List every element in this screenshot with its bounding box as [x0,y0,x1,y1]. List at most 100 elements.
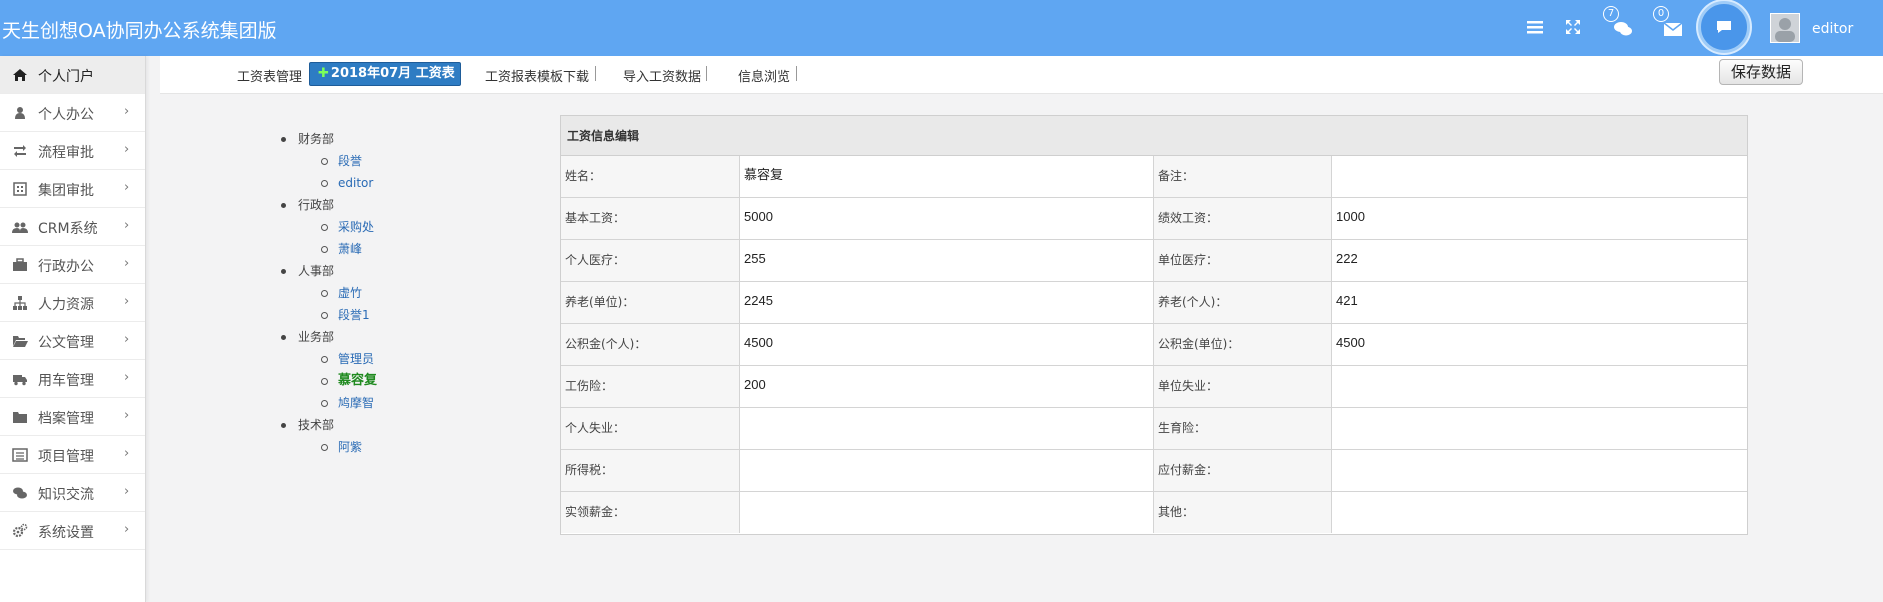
sidebar-item-admin-office[interactable]: 行政办公 › [0,246,145,284]
tree-dept[interactable]: 行政部 [280,194,377,216]
field-label: 个人失业： [561,408,740,449]
sidebar-item-label: 项目管理 [38,449,94,465]
chevron-right-icon: › [124,294,130,309]
sidebar-item-personal-office[interactable]: 个人办公 › [0,94,145,132]
salary-management-link[interactable]: 工资表管理 [237,66,302,85]
salary-toolbar: 工资表管理 ✚ 2018年07月 工资表 工资报表模板下载 导入工资数据 信息浏览… [160,56,1883,94]
field-value[interactable] [1332,450,1747,491]
tree-person-selected[interactable]: 慕容复 [280,370,377,392]
chat-icon[interactable] [1612,18,1634,40]
user-name[interactable]: editor [1812,21,1853,37]
sidebar-item-label: 集团审批 [38,183,94,199]
tree-dept[interactable]: 业务部 [280,326,377,348]
save-button[interactable]: 保存数据 [1719,59,1803,85]
field-label: 工伤险： [561,366,740,407]
menu-icon[interactable] [1524,16,1546,38]
field-label: 备注： [1154,156,1332,197]
field-value[interactable] [740,408,1154,449]
tree-dept[interactable]: 技术部 [280,414,377,436]
table-row: 工伤险： 200 单位失业： [561,366,1747,408]
field-value[interactable]: 4500 [740,324,1154,365]
sidebar-item-projects[interactable]: 项目管理 › [0,436,145,474]
chevron-right-icon: › [124,522,130,537]
separator [706,66,707,81]
sidebar-item-label: 系统设置 [38,525,94,541]
sidebar-item-label: 流程审批 [38,145,94,161]
chevron-right-icon: › [124,104,130,119]
message-icon [1717,21,1731,33]
field-value[interactable] [1332,492,1747,533]
field-value[interactable] [740,450,1154,491]
field-label: 绩效工资： [1154,198,1332,239]
fullscreen-icon[interactable] [1562,16,1584,38]
users-icon [12,222,28,233]
sidebar: 个人门户 个人办公 › 流程审批 › 集团审批 › CRM系统 › 行政办公 ›… [0,56,146,602]
tree-person[interactable]: 虚竹 [280,282,377,304]
sidebar-item-workflow[interactable]: 流程审批 › [0,132,145,170]
cogs-icon [12,523,28,538]
folder-icon [13,412,27,423]
table-row: 公积金(个人)： 4500 公积金(单位)： 4500 [561,324,1747,366]
sidebar-item-crm[interactable]: CRM系统 › [0,208,145,246]
separator [595,66,596,81]
field-value[interactable]: 200 [740,366,1154,407]
sidebar-item-documents[interactable]: 公文管理 › [0,322,145,360]
field-value[interactable] [1332,156,1747,197]
tab-current-salary-sheet[interactable]: ✚ 2018年07月 工资表 [309,62,461,86]
chevron-right-icon: › [124,256,130,271]
import-data-link[interactable]: 导入工资数据 [623,66,701,85]
field-value[interactable]: 2245 [740,282,1154,323]
field-value[interactable]: 4500 [1332,324,1747,365]
grid-icon [13,182,27,196]
info-browse-link[interactable]: 信息浏览 [738,66,790,85]
field-value[interactable]: 1000 [1332,198,1747,239]
sidebar-item-vehicles[interactable]: 用车管理 › [0,360,145,398]
tree-person[interactable]: 阿紫 [280,436,377,458]
tree-dept[interactable]: 人事部 [280,260,377,282]
field-value[interactable] [1332,408,1747,449]
field-value[interactable]: 222 [1332,240,1747,281]
mail-icon[interactable] [1662,18,1684,40]
template-download-link[interactable]: 工资报表模板下载 [485,66,589,85]
field-label: 应付薪金： [1154,450,1332,491]
message-button[interactable] [1698,1,1750,53]
app-title: 天生创想OA协同办公系统集团版 [2,20,277,42]
comments-icon [13,487,27,499]
tree-dept[interactable]: 财务部 [280,128,377,150]
tree-person[interactable]: 鸠摩智 [280,392,377,414]
tree-person[interactable]: 采购处 [280,216,377,238]
avatar[interactable] [1770,13,1800,43]
truck-icon [13,375,27,386]
sidebar-item-portal[interactable]: 个人门户 [0,56,145,94]
field-label: 单位医疗： [1154,240,1332,281]
field-label: 其他： [1154,492,1332,533]
tree-person[interactable]: editor [280,172,377,194]
field-value[interactable]: 5000 [740,198,1154,239]
sidebar-item-label: 行政办公 [38,259,94,275]
tree-person[interactable]: 段誉 [280,150,377,172]
field-value[interactable] [1332,366,1747,407]
sidebar-item-label: 个人办公 [38,107,94,123]
table-row: 个人失业： 生育险： [561,408,1747,450]
field-value[interactable]: 慕容复 [740,156,1154,197]
sidebar-item-label: 知识交流 [38,487,94,503]
field-label: 个人医疗： [561,240,740,281]
tree-person[interactable]: 管理员 [280,348,377,370]
user-avatar-icon [1775,18,1795,42]
briefcase-icon [13,258,27,271]
field-label: 基本工资： [561,198,740,239]
sidebar-item-label: 个人门户 [38,69,94,85]
tree-person[interactable]: 萧峰 [280,238,377,260]
field-value[interactable]: 255 [740,240,1154,281]
sidebar-item-group-approval[interactable]: 集团审批 › [0,170,145,208]
field-value[interactable]: 421 [1332,282,1747,323]
field-value[interactable] [740,492,1154,533]
sidebar-item-settings[interactable]: 系统设置 › [0,512,145,550]
plus-icon: ✚ [318,66,329,81]
table-row: 实领薪金： 其他： [561,492,1747,534]
tree-person[interactable]: 段誉1 [280,304,377,326]
sidebar-item-label: CRM系统 [38,221,98,237]
sidebar-item-archives[interactable]: 档案管理 › [0,398,145,436]
sidebar-item-hr[interactable]: 人力资源 › [0,284,145,322]
sidebar-item-knowledge[interactable]: 知识交流 › [0,474,145,512]
